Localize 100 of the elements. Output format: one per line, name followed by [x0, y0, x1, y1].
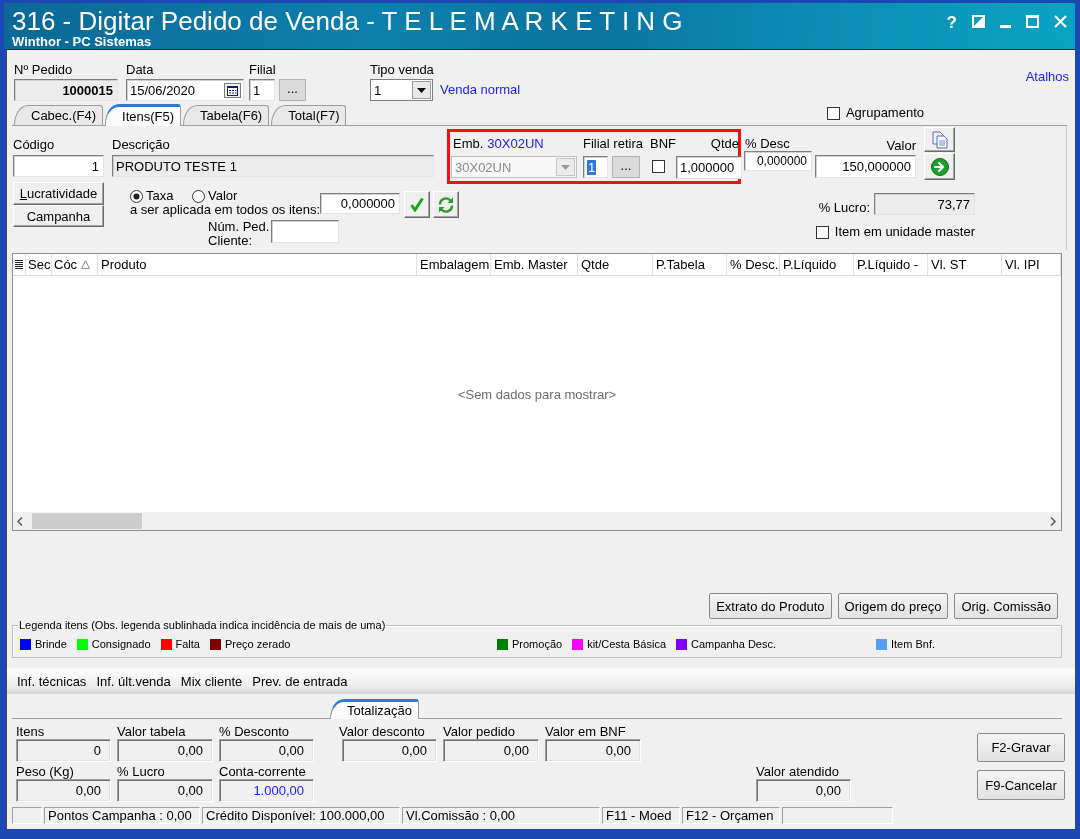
legend-label: Consignado	[91, 638, 151, 650]
column-header[interactable]: Cóc	[52, 254, 98, 275]
column-header[interactable]: % Desc.	[727, 254, 780, 275]
info-tab[interactable]: Inf. últ.venda	[96, 674, 171, 689]
column-header[interactable]: P.Líquido -	[854, 254, 928, 275]
customer-order-field[interactable]	[271, 220, 340, 243]
total-field[interactable]: 1.000,00	[219, 779, 314, 802]
radio-button[interactable]	[130, 189, 143, 203]
maximize-icon[interactable]	[1026, 15, 1039, 28]
refresh-button[interactable]	[433, 191, 460, 218]
status-panel: Pontos Campanha : 0,00	[44, 807, 200, 824]
copy-icon	[931, 130, 948, 149]
code-field[interactable]: 1	[13, 155, 104, 177]
field-label: Valor pedido	[443, 724, 517, 739]
field-label: % Lucro	[117, 764, 166, 779]
arrow-right-circle-icon	[930, 157, 949, 176]
action-button[interactable]: Origem do preço	[837, 593, 949, 619]
status-panel: Crédito Disponível: 100.000,00	[202, 807, 400, 824]
footer-button[interactable]: F9-Cancelar	[977, 770, 1065, 800]
rate-field[interactable]: 0,000000	[320, 193, 401, 214]
caret-down-icon[interactable]	[412, 81, 431, 99]
tab[interactable]: Tabela(F6)	[183, 105, 270, 125]
description-field[interactable]: PRODUTO TESTE 1	[112, 155, 434, 177]
field-label: Valor desconto	[339, 724, 426, 739]
field-label: % Desc	[745, 137, 791, 151]
discount-field[interactable]: 0,000000	[744, 151, 812, 171]
order-number-field[interactable]: 1000015	[14, 79, 118, 101]
status-panel: Vl.Comissão : 0,00	[402, 807, 600, 824]
field-label: Conta-corrente	[219, 764, 307, 779]
total-field[interactable]: 0,00	[342, 739, 437, 762]
info-tab[interactable]: Inf. técnicas	[17, 674, 87, 689]
total-field[interactable]: 0	[16, 739, 111, 762]
checkbox-label: Agrupamento	[845, 105, 924, 121]
field-label: Nº Pedido	[14, 62, 74, 78]
packaging-code: 30X02UN	[487, 136, 544, 152]
date-field[interactable]: 15/06/2020	[126, 79, 244, 101]
column-header[interactable]: P.Tabela	[653, 254, 727, 275]
field-label: % Desconto	[219, 724, 291, 739]
go-button[interactable]	[924, 153, 955, 180]
info-tab[interactable]: Prev. de entrada	[252, 674, 348, 689]
browse-button[interactable]: ...	[279, 79, 306, 101]
legend-label: kit/Cesta Básica	[587, 638, 666, 650]
column-header[interactable]: Vl. IPI	[1002, 254, 1061, 275]
total-field[interactable]: 0,00	[545, 739, 641, 762]
tab[interactable]: Totalização	[330, 699, 420, 719]
bnf-checkbox[interactable]	[651, 160, 665, 173]
half-filled-square-icon[interactable]	[972, 15, 985, 28]
empty-message: <Sem dados para mostrar>	[457, 386, 617, 402]
column-header[interactable]: Produto	[98, 254, 417, 275]
total-field[interactable]: 0,00	[117, 779, 213, 802]
status-panel: F12 - Orçamen	[682, 807, 780, 824]
total-field[interactable]: 0,00	[117, 739, 213, 762]
master-unit-checkbox[interactable]	[815, 225, 829, 239]
chevron-right-icon[interactable]	[1050, 516, 1056, 526]
total-field[interactable]: 0,00	[219, 739, 314, 762]
pickup-branch-field[interactable]: 1	[583, 156, 608, 178]
column-header[interactable]: P.Líquido	[780, 254, 854, 275]
tab[interactable]: Total(F7)	[271, 105, 347, 125]
calendar-icon[interactable]	[224, 82, 241, 98]
column-header[interactable]: Embalagem	[417, 254, 491, 275]
shortcuts-link[interactable]: Atalhos	[1025, 69, 1069, 84]
tab[interactable]: Itens(F5)	[105, 104, 182, 126]
field-label: Tipo venda	[370, 62, 435, 78]
chevron-left-icon[interactable]	[17, 516, 23, 526]
field-label: Valor atendido	[756, 764, 840, 779]
column-header[interactable]: Sec	[26, 254, 52, 275]
branch-field[interactable]: 1	[249, 79, 275, 101]
footer-button[interactable]: F2-Gravar	[977, 733, 1065, 762]
browse-button[interactable]: ...	[612, 156, 640, 178]
scrollbar-thumb[interactable]	[32, 513, 142, 529]
quantity-field[interactable]: 1,000000	[675, 156, 742, 179]
column-header[interactable]: Emb. Master	[491, 254, 578, 275]
profit-field[interactable]: 73,77	[874, 193, 975, 215]
info-tab[interactable]: Mix cliente	[180, 674, 243, 689]
total-field[interactable]: 0,00	[756, 779, 851, 802]
side-button[interactable]: Campanha	[13, 205, 104, 227]
legend-label: Brinde	[35, 638, 67, 650]
copy-button[interactable]	[924, 127, 955, 152]
total-field[interactable]: 0,00	[16, 779, 111, 802]
action-button[interactable]: Orig. Comissão	[954, 593, 1058, 619]
field-label: Valor	[885, 139, 916, 153]
close-icon[interactable]	[1054, 15, 1067, 28]
horizontal-scrollbar[interactable]	[13, 512, 1061, 530]
radio-button[interactable]	[192, 189, 205, 203]
side-button[interactable]: Lucratividade	[13, 182, 104, 205]
total-field[interactable]: 0,00	[443, 739, 539, 762]
column-header[interactable]: Vl. ST	[928, 254, 1002, 275]
confirm-button[interactable]	[404, 191, 431, 218]
grouping-checkbox[interactable]	[826, 106, 840, 120]
tab[interactable]: Cabec.(F4)	[14, 105, 104, 125]
sort-up-icon	[81, 260, 90, 269]
check-icon	[410, 197, 425, 212]
apply-caption: a ser aplicada em todos os itens:	[130, 203, 321, 217]
field-label: Valor em BNF	[545, 724, 627, 739]
column-header[interactable]: Qtde	[578, 254, 653, 275]
sale-type-dropdown[interactable]: 1	[370, 79, 433, 101]
price-field[interactable]: 150,000000	[815, 155, 916, 178]
action-button[interactable]: Extrato do Produto	[709, 593, 832, 619]
list-icon[interactable]	[15, 260, 23, 269]
column-header[interactable]	[13, 254, 26, 275]
